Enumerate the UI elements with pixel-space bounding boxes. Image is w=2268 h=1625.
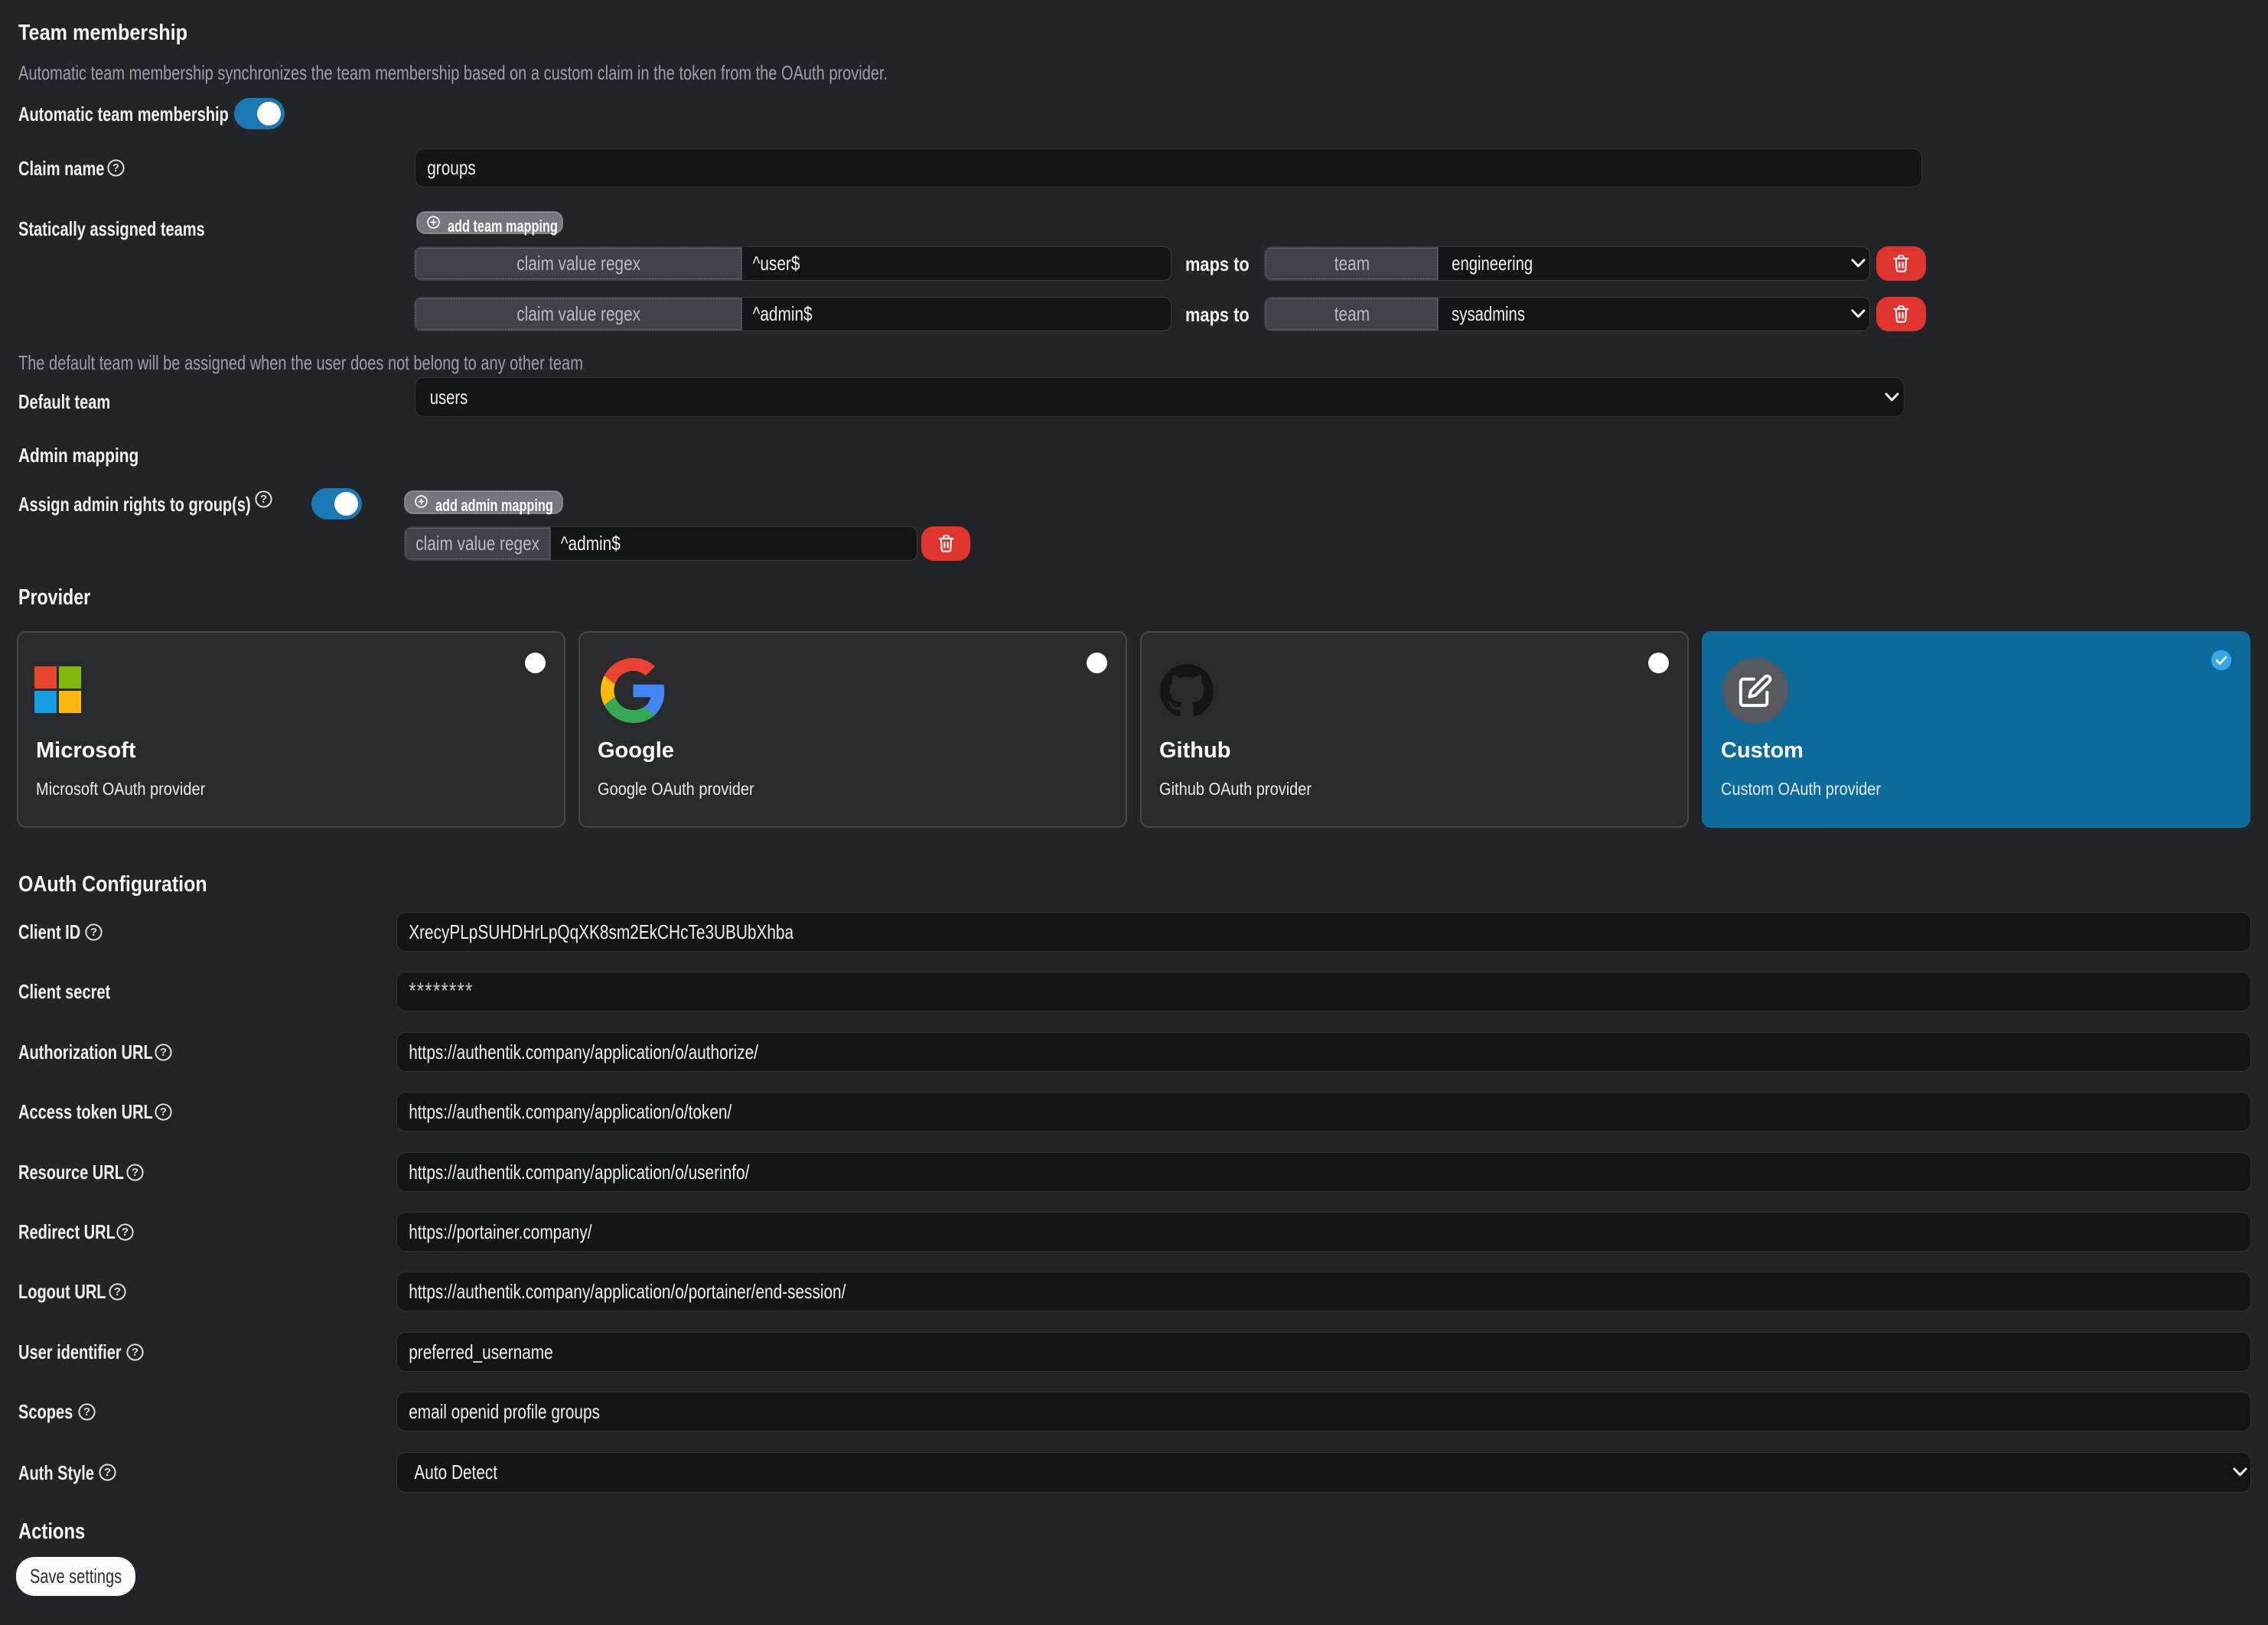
svg-text:?: ?	[260, 493, 267, 506]
svg-text:?: ?	[104, 1466, 111, 1479]
svg-text:?: ?	[160, 1046, 167, 1059]
svg-text:?: ?	[83, 1405, 90, 1418]
svg-text:?: ?	[122, 1226, 129, 1239]
svg-text:?: ?	[114, 1285, 121, 1298]
svg-text:?: ?	[132, 1166, 138, 1179]
svg-text:?: ?	[132, 1346, 138, 1359]
svg-text:?: ?	[160, 1106, 167, 1119]
svg-text:?: ?	[112, 161, 119, 174]
svg-text:?: ?	[90, 926, 97, 939]
